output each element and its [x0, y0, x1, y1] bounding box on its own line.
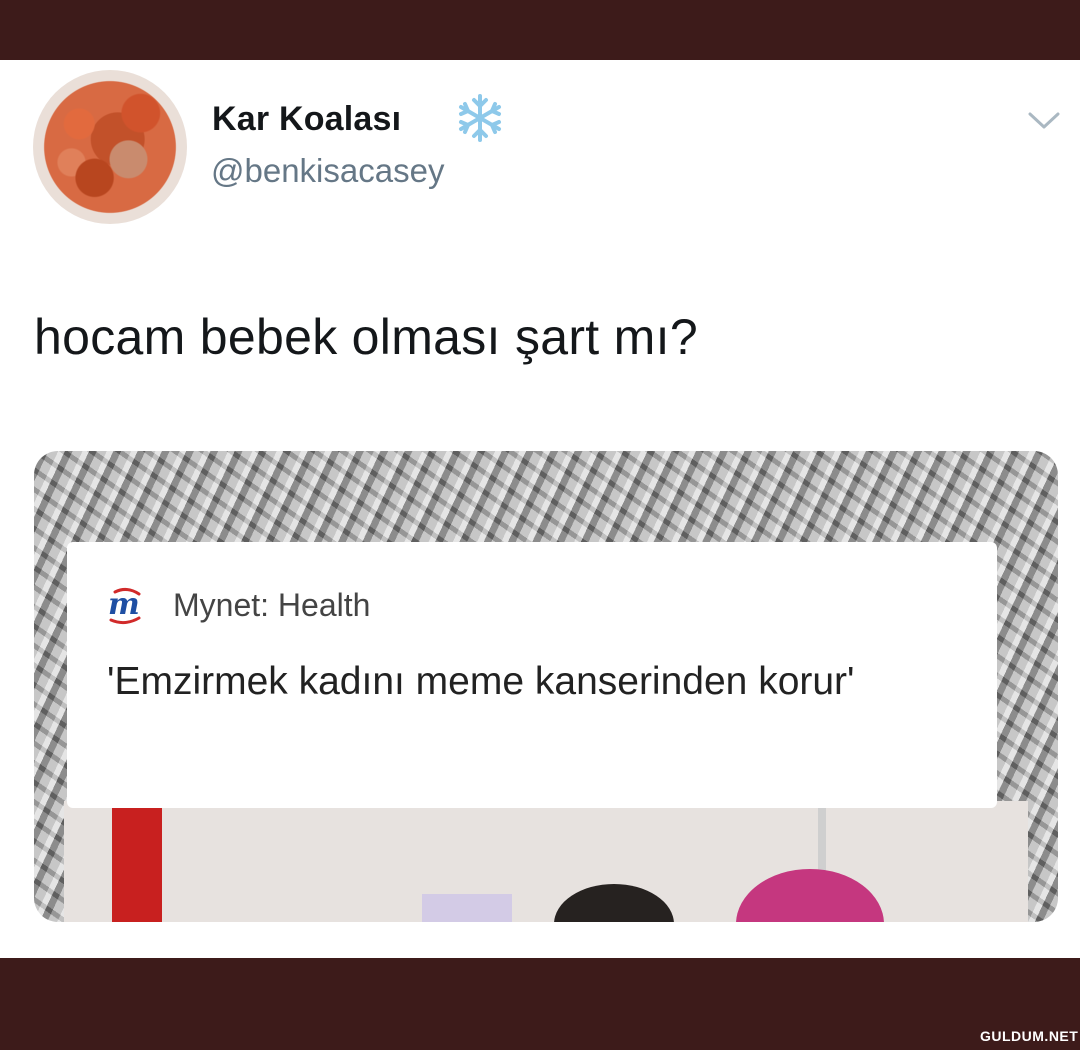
avatar[interactable]	[33, 70, 187, 224]
display-name[interactable]: Kar Koalası	[212, 100, 401, 139]
site-watermark: GULDUM.NET	[980, 1028, 1079, 1044]
chevron-down-icon[interactable]	[1026, 108, 1062, 132]
notification-headline: 'Emzirmek kadını meme kanserinden korur'	[107, 660, 855, 703]
photo-sign	[422, 894, 512, 922]
user-handle[interactable]: @benkisacasey	[211, 152, 444, 190]
notification-source: Mynet: Health	[173, 587, 371, 623]
photo-red-flag	[112, 807, 162, 922]
snowflake-icon	[459, 94, 501, 142]
tweet-media-image[interactable]: m Mynet: Health 'Emzirmek kadını meme ka…	[34, 451, 1058, 922]
bottom-frame-band	[0, 958, 1080, 1050]
news-notification-card: m Mynet: Health 'Emzirmek kadını meme ka…	[67, 542, 997, 808]
photo-background	[64, 801, 1028, 922]
mynet-logo-icon: m	[108, 587, 141, 625]
top-frame-band	[0, 0, 1080, 60]
tweet-text: hocam bebek olması şart mı?	[34, 309, 698, 365]
